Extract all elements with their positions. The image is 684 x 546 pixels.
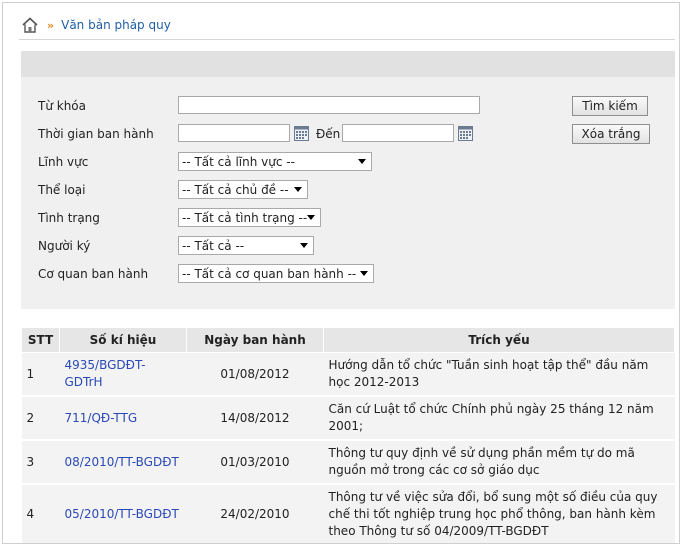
row-ngay: 24/02/2010 (186, 484, 324, 543)
row-stt: 2 (21, 396, 60, 441)
row-so: 711/QĐ-TTG (59, 396, 187, 441)
field-label: Lĩnh vực (38, 155, 89, 169)
clear-button[interactable]: Xóa trắng (572, 124, 650, 144)
status-label: Tình trạng (38, 211, 100, 225)
document-link[interactable]: 08/2010/TT-BGDĐT (65, 455, 179, 469)
status-select-value: -- Tất cả tình trạng -- (182, 210, 308, 225)
agency-select-value: -- Tất cả cơ quan ban hành -- (182, 266, 357, 281)
row-so: 4935/BGDĐT-GDTrH (59, 352, 187, 397)
table-header-row: STT Số kí hiệu Ngày ban hành Trích yếu (21, 327, 675, 353)
keyword-label: Từ khóa (38, 99, 86, 113)
keyword-input[interactable] (178, 96, 480, 114)
date-from-input[interactable] (178, 124, 290, 142)
table-row: 3 08/2010/TT-BGDĐT 01/03/2010 Thông tư q… (21, 440, 675, 485)
table-row: 2 711/QĐ-TTG 14/08/2012 Căn cứ Luật tổ c… (21, 396, 675, 441)
row-stt: 4 (21, 484, 60, 543)
row-so: 08/2010/TT-BGDĐT (59, 440, 187, 485)
row-ngay: 01/08/2012 (186, 352, 324, 397)
signer-select-value: -- Tất cả -- (182, 238, 245, 253)
search-panel-header (21, 51, 675, 77)
dropdown-arrow-icon (294, 187, 302, 192)
date-to-input[interactable] (342, 124, 454, 142)
agency-select[interactable]: -- Tất cả cơ quan ban hành -- (178, 264, 374, 283)
table-row: 1 4935/BGDĐT-GDTrH 01/08/2012 Hướng dẫn … (21, 352, 675, 397)
type-select-value: -- Tất cả chủ đề -- (182, 182, 289, 197)
calendar-icon[interactable] (458, 126, 473, 141)
calendar-icon[interactable] (294, 126, 309, 141)
time-label: Thời gian ban hành (38, 127, 154, 141)
col-header-ngay: Ngày ban hành (186, 327, 324, 353)
col-header-trich-yeu: Trích yếu (323, 327, 675, 353)
breadcrumb: » Văn bản pháp quy (21, 15, 171, 35)
type-label: Thể loại (38, 183, 86, 197)
row-so: 05/2010/TT-BGDĐT (59, 484, 187, 543)
breadcrumb-divider (19, 39, 675, 40)
row-trich-yeu: Hướng dẫn tổ chức "Tuần sinh hoạt tập th… (323, 352, 675, 397)
home-icon[interactable] (21, 16, 39, 34)
row-ngay: 14/08/2012 (186, 396, 324, 441)
row-trich-yeu: Căn cứ Luật tổ chức Chính phủ ngày 25 th… (323, 396, 675, 441)
col-header-so: Số kí hiệu (59, 327, 187, 353)
page-frame: » Văn bản pháp quy Từ khóa Thời gian ban… (2, 2, 680, 544)
breadcrumb-current[interactable]: Văn bản pháp quy (61, 18, 171, 32)
status-select[interactable]: -- Tất cả tình trạng -- (178, 208, 321, 227)
dropdown-arrow-icon (300, 243, 308, 248)
agency-label: Cơ quan ban hành (38, 267, 149, 281)
results-table: STT Số kí hiệu Ngày ban hành Trích yếu 1… (21, 327, 675, 543)
dropdown-arrow-icon (360, 271, 368, 276)
row-trich-yeu: Thông tư quy định về sử dụng phần mềm tự… (323, 440, 675, 485)
signer-select[interactable]: -- Tất cả -- (178, 236, 314, 255)
search-panel: Từ khóa Thời gian ban hành Đến Lĩnh vực … (21, 51, 675, 309)
document-link[interactable]: 05/2010/TT-BGDĐT (65, 507, 179, 521)
search-button[interactable]: Tìm kiếm (572, 96, 648, 116)
chevron-right-icon: » (47, 18, 55, 32)
type-select[interactable]: -- Tất cả chủ đề -- (178, 180, 308, 199)
field-select[interactable]: -- Tất cả lĩnh vực -- (178, 152, 372, 171)
signer-label: Người ký (38, 239, 91, 253)
row-stt: 3 (21, 440, 60, 485)
document-link[interactable]: 4935/BGDĐT-GDTrH (65, 358, 146, 389)
to-label: Đến (316, 127, 341, 141)
table-row: 4 05/2010/TT-BGDĐT 24/02/2010 Thông tư v… (21, 484, 675, 543)
dropdown-arrow-icon (307, 215, 315, 220)
row-trich-yeu: Thông tư về việc sửa đổi, bổ sung một số… (323, 484, 675, 543)
field-select-value: -- Tất cả lĩnh vực -- (182, 154, 295, 169)
row-stt: 1 (21, 352, 60, 397)
dropdown-arrow-icon (358, 159, 366, 164)
row-ngay: 01/03/2010 (186, 440, 324, 485)
document-link[interactable]: 711/QĐ-TTG (65, 411, 138, 425)
col-header-stt: STT (21, 327, 60, 353)
